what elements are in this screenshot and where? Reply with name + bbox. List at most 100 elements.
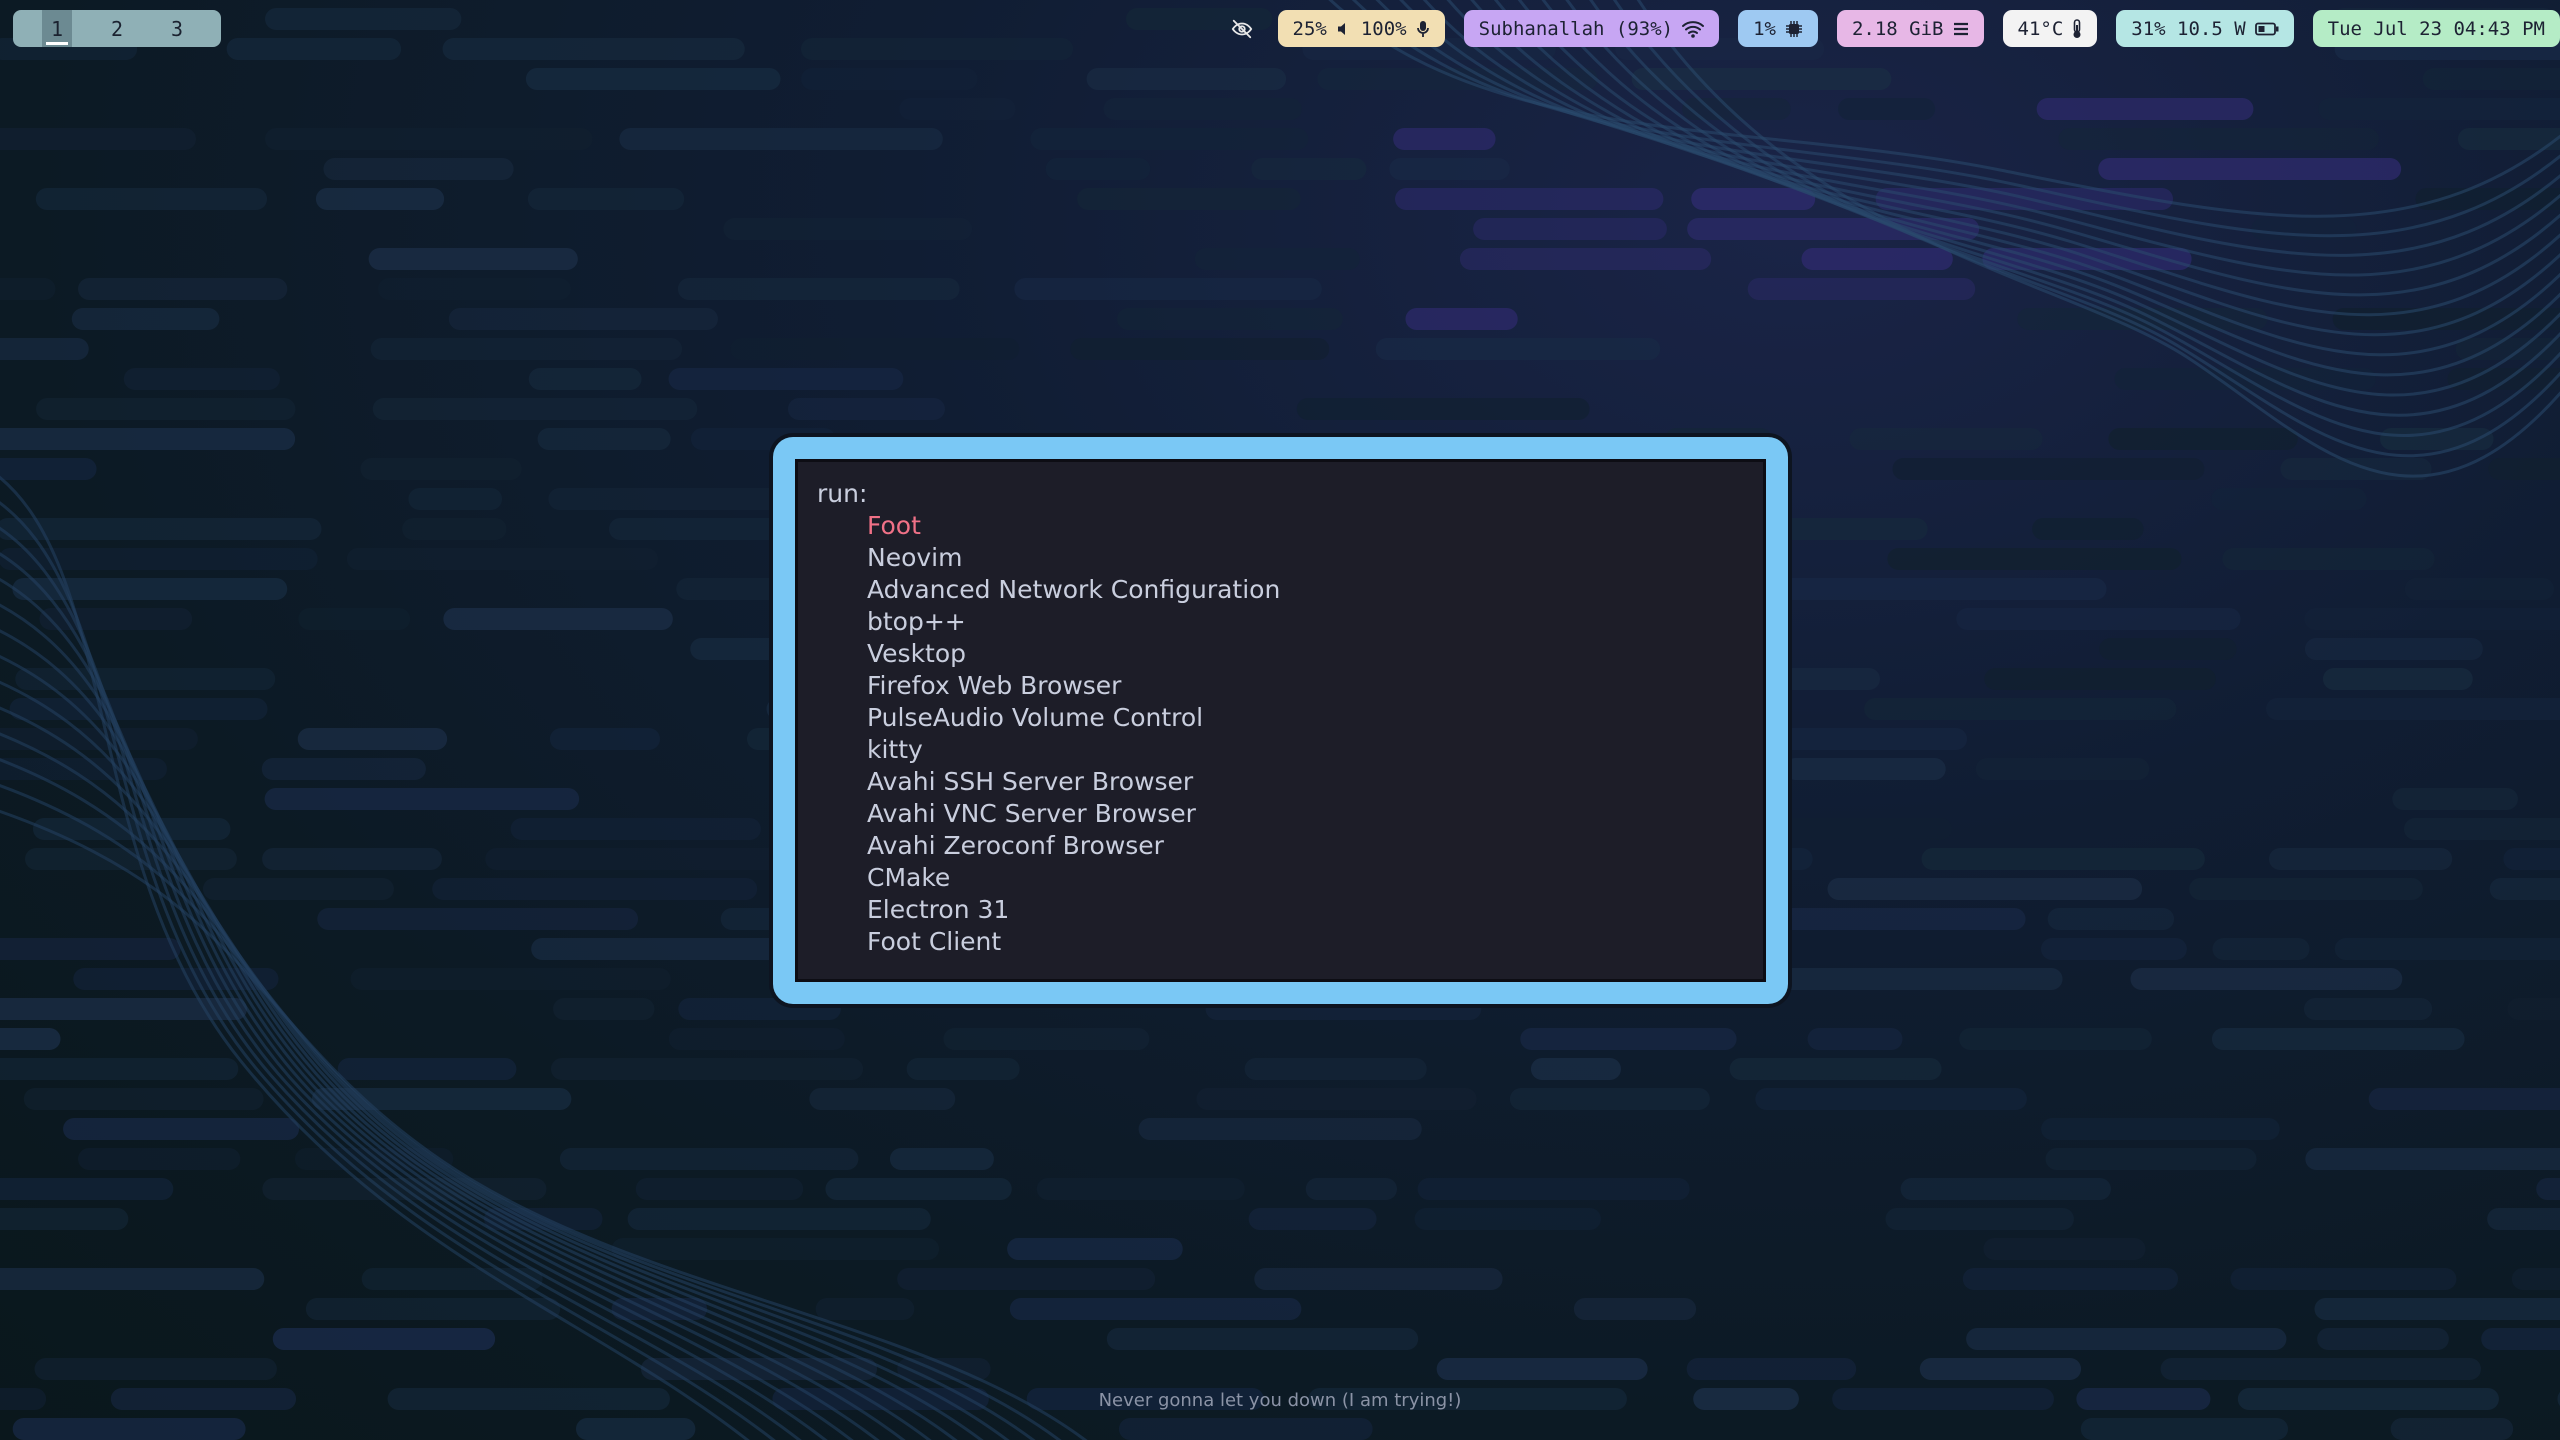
wallpaper-stroke [2099, 638, 2237, 660]
launcher-entry[interactable]: Advanced Network Configuration [817, 574, 1744, 606]
wallpaper-stroke [2317, 1328, 2449, 1350]
wallpaper-stroke [0, 938, 181, 960]
wallpaper-stroke [2047, 908, 2175, 930]
wallpaper-stroke [2212, 938, 2310, 960]
wallpaper-stroke [297, 728, 448, 750]
wallpaper-stroke [0, 1058, 239, 1080]
wallpaper-stroke [448, 308, 718, 330]
workspace-label: 3 [170, 16, 184, 41]
launcher-entry[interactable]: Firefox Web Browser [817, 670, 1744, 702]
temperature-module[interactable]: 41°C [2002, 10, 2098, 47]
launcher-prompt[interactable]: run: [817, 478, 1744, 510]
memory-icon [1953, 22, 1968, 35]
workspace-button-2[interactable]: 2 [102, 10, 132, 47]
temperature-value: 41°C [2017, 17, 2064, 40]
wallpaper-stroke [2305, 1148, 2560, 1170]
wallpaper-stroke [12, 1418, 246, 1440]
network-module[interactable]: Subhanallah (93%) [1463, 10, 1720, 47]
wallpaper-stroke [360, 458, 522, 480]
battery-module[interactable]: 31% 10.5 W [2116, 10, 2294, 47]
wallpaper-stroke [1962, 1268, 2179, 1290]
wallpaper-stroke [202, 878, 394, 900]
launcher-entry[interactable]: Avahi VNC Server Browser [817, 798, 1744, 830]
wallpaper-stroke [1138, 1118, 1422, 1140]
wallpaper-stroke [825, 1178, 1012, 1200]
wallpaper-stroke [1117, 308, 1343, 330]
launcher-entry[interactable]: Neovim [817, 542, 1744, 574]
cpu-module[interactable]: 1% [1738, 10, 1818, 47]
wallpaper-stroke [553, 998, 655, 1020]
wallpaper-stroke [1405, 308, 1518, 330]
wallpaper-stroke [39, 608, 193, 630]
footer-message: Never gonna let you down (I am trying!) [1098, 1390, 1462, 1411]
wallpaper-stroke [1754, 968, 2063, 990]
launcher-entry[interactable]: kitty [817, 734, 1744, 766]
wallpaper-stroke [1077, 188, 1301, 210]
wallpaper-stroke [2058, 128, 2379, 150]
wallpaper-stroke [1984, 668, 2216, 690]
clock-module[interactable]: Tue Jul 23 04:43 PM [2312, 10, 2560, 47]
wallpaper-stroke [677, 278, 960, 300]
wallpaper-stroke [1296, 398, 1590, 420]
idle-inhibitor[interactable] [1225, 12, 1259, 46]
wallpaper-stroke [1248, 1208, 1377, 1230]
wallpaper-stroke [2318, 98, 2560, 120]
launcher-entry[interactable]: Foot [817, 510, 1744, 542]
workspace-button-3[interactable]: 3 [162, 10, 192, 47]
wallpaper-stroke [1887, 548, 2182, 570]
wallpaper-stroke [2211, 488, 2367, 510]
battery-icon [2254, 22, 2279, 35]
launcher-entry-list: Foot Neovim Advanced Network Configuration… [817, 510, 1744, 958]
wallpaper-stroke [525, 68, 781, 90]
wallpaper-stroke [2222, 548, 2435, 570]
wallpaper-stroke [1459, 248, 1712, 270]
workspace-label: 2 [110, 16, 124, 41]
wallpaper-stroke [668, 1028, 845, 1050]
wallpaper-stroke [1849, 428, 2043, 450]
wallpaper-stroke [1305, 1178, 1397, 1200]
wallpaper-stroke [350, 968, 671, 990]
wallpaper-stroke [0, 278, 56, 300]
wallpaper-stroke [71, 308, 220, 330]
wallpaper-stroke [2422, 68, 2560, 90]
wallpaper-stroke [2404, 578, 2555, 600]
wallpaper-stroke [1983, 1238, 2146, 1260]
wallpaper-stroke [800, 38, 1074, 60]
memory-module[interactable]: 2.18 GiB [1836, 10, 1984, 47]
launcher-entry[interactable]: btop++ [817, 606, 1744, 638]
launcher-entry[interactable]: Foot Client [817, 926, 1744, 958]
workspace-button-1[interactable]: 1 [42, 10, 72, 47]
wallpaper-stroke [889, 1148, 994, 1170]
wallpaper-stroke [2489, 878, 2560, 900]
launcher-entry[interactable]: Electron 31 [817, 894, 1744, 926]
wallpaper-contour [1589, 0, 2560, 438]
launcher-entry[interactable]: Avahi Zeroconf Browser [817, 830, 1744, 862]
wallpaper-stroke [265, 8, 462, 30]
launcher-entry[interactable]: PulseAudio Volume Control [817, 702, 1744, 734]
wallpaper-stroke [1919, 1358, 2082, 1380]
wallpaper-stroke [0, 1268, 265, 1290]
wallpaper-stroke [1573, 1298, 1697, 1320]
wallpaper-stroke [443, 608, 673, 630]
wallpaper-stroke [528, 368, 642, 390]
audio-module[interactable]: 25% 100% [1277, 10, 1445, 47]
wallpaper-stroke [2488, 458, 2560, 480]
wallpaper-stroke [801, 68, 978, 90]
wallpaper-stroke [226, 38, 402, 60]
cpu-usage: 1% [1753, 17, 1776, 40]
launcher-panel: run: Foot Neovim Advanced Network Configur… [795, 459, 1766, 982]
wallpaper-stroke [1030, 128, 1309, 150]
launcher-entry[interactable]: CMake [817, 862, 1744, 894]
wallpaper-stroke [1892, 458, 2205, 480]
wallpaper-stroke [2130, 968, 2403, 990]
wallpaper-stroke [0, 428, 296, 450]
wallpaper-stroke [1375, 338, 1661, 360]
workspace-switcher: 1 2 3 [13, 10, 221, 47]
launcher-entry[interactable]: Avahi SSH Server Browser [817, 766, 1744, 798]
wallpaper-stroke [0, 128, 196, 150]
wallpaper-stroke [1975, 758, 2150, 780]
wallpaper-stroke [1007, 1238, 1183, 1260]
launcher-entry[interactable]: Vesktop [817, 638, 1744, 670]
wallpaper-stroke [897, 1268, 1156, 1290]
wallpaper-stroke [537, 428, 671, 450]
